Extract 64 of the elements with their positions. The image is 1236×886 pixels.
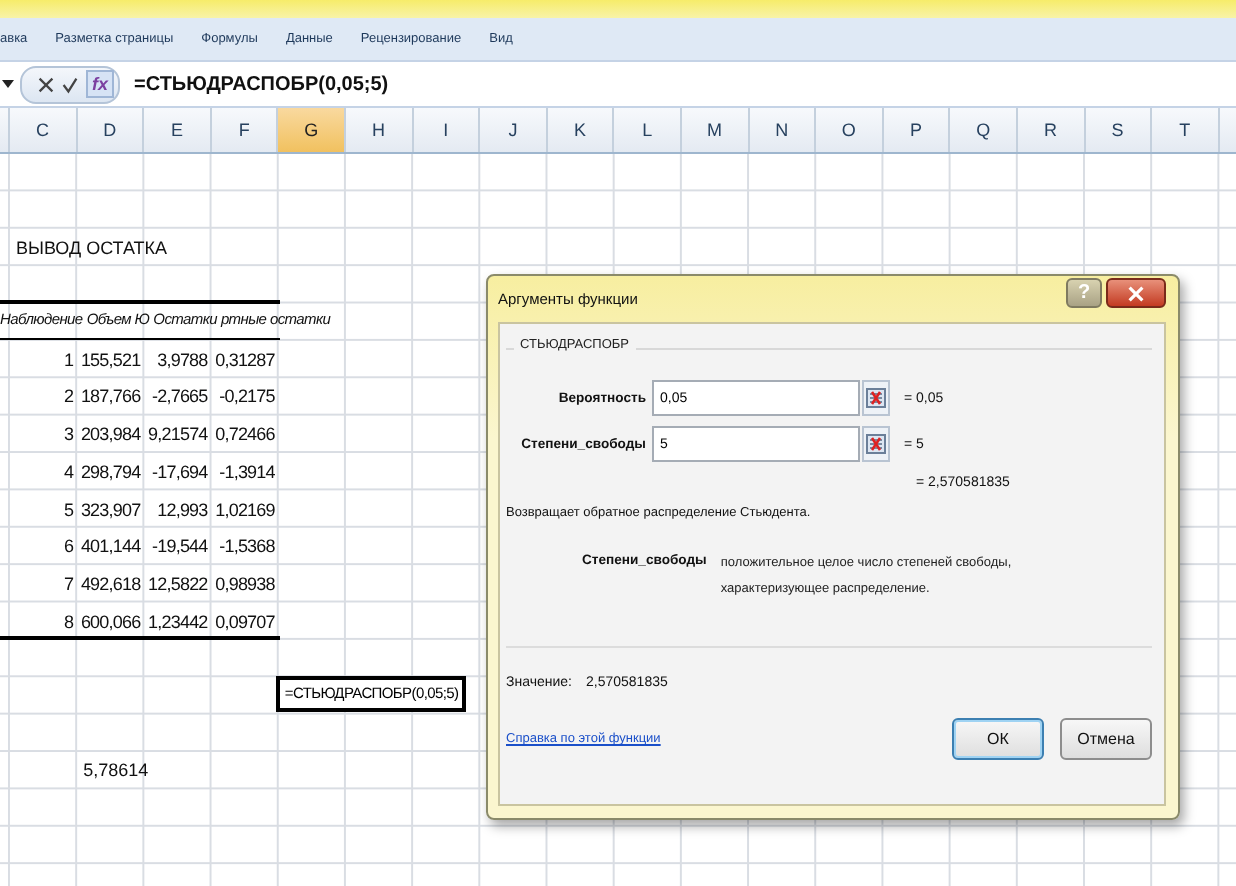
collapse-dialog-button[interactable] <box>862 426 890 462</box>
column-header[interactable]: T <box>1152 108 1220 152</box>
table-cell: 2 <box>63 386 74 407</box>
table-cell: -0,2175 <box>219 386 275 407</box>
table-cell: 5 <box>63 499 74 520</box>
table-cell: 0,31287 <box>215 349 275 370</box>
table-cell: 9,21574 <box>148 424 208 445</box>
collapse-dialog-button[interactable] <box>862 380 890 416</box>
table-cell: 12,5822 <box>148 573 208 594</box>
table-cell: -1,5368 <box>219 536 275 557</box>
table-cell: 203,984 <box>80 424 141 445</box>
close-button[interactable] <box>1106 278 1166 308</box>
table-cell: 1,02169 <box>215 499 275 520</box>
table-cell: -17,694 <box>152 461 208 482</box>
range-select-icon <box>866 432 886 456</box>
close-icon <box>1128 285 1144 301</box>
cancel-icon[interactable] <box>38 75 54 93</box>
cell-text: 5,78614 <box>81 760 149 781</box>
column-header[interactable]: I <box>413 108 481 152</box>
insert-function-button[interactable]: fx <box>86 70 115 98</box>
table-cell: -19,544 <box>152 536 208 557</box>
table-cell: 600,066 <box>80 611 141 632</box>
table-cell: 7 <box>63 573 74 594</box>
table-cell: 1 <box>63 349 74 370</box>
column-header[interactable]: L <box>614 108 682 152</box>
table-cell: 3 <box>63 424 74 445</box>
column-header[interactable]: R <box>1017 108 1085 152</box>
table-cell: 298,794 <box>80 461 141 482</box>
column-header[interactable]: N <box>749 108 817 152</box>
table-cell: 1,23442 <box>148 611 208 632</box>
table-cell: 3,9788 <box>157 349 208 370</box>
column-header[interactable]: M <box>681 108 750 152</box>
column-header[interactable]: J <box>480 108 548 152</box>
column-header[interactable]: D <box>77 108 145 152</box>
dialog-button[interactable]: ОК <box>952 718 1044 760</box>
column-header[interactable]: H <box>345 108 414 152</box>
column-header[interactable]: C <box>10 108 78 152</box>
column-header[interactable]: Q <box>950 108 1018 152</box>
column-header[interactable]: E <box>144 108 212 152</box>
column-header[interactable]: K <box>547 108 615 152</box>
dialog-button[interactable]: Отмена <box>1060 718 1152 760</box>
formula-field[interactable]: =СТЬЮДРАСПОБР(0,05;5) <box>126 73 1236 95</box>
table-cell: 0,72466 <box>215 424 275 445</box>
table-cell: 323,907 <box>80 499 141 520</box>
table-cell: 187,766 <box>80 386 141 407</box>
table-cell: 0,09707 <box>215 611 275 632</box>
table-cell: 4 <box>63 461 74 482</box>
cell-text: ВЫВОД ОСТАТКА <box>14 237 168 258</box>
table-cell: -1,3914 <box>219 461 275 482</box>
column-header[interactable]: O <box>816 108 884 152</box>
column-header[interactable]: G <box>278 108 346 152</box>
table-cell: 0,98938 <box>215 573 275 594</box>
table-cell: 8 <box>63 611 74 632</box>
table-cell: 6 <box>63 536 74 557</box>
check-icon[interactable] <box>62 75 78 93</box>
dropdown-arrow-icon <box>2 80 14 88</box>
table-cell: -2,7665 <box>152 386 208 407</box>
table-cell: 155,521 <box>80 349 141 370</box>
column-header[interactable]: S <box>1085 108 1153 152</box>
table-cell: 12,993 <box>157 499 208 520</box>
table-cell: 492,618 <box>80 573 141 594</box>
column-header[interactable]: P <box>883 108 951 152</box>
range-select-icon <box>866 386 886 410</box>
table-cell: 401,144 <box>80 536 141 557</box>
